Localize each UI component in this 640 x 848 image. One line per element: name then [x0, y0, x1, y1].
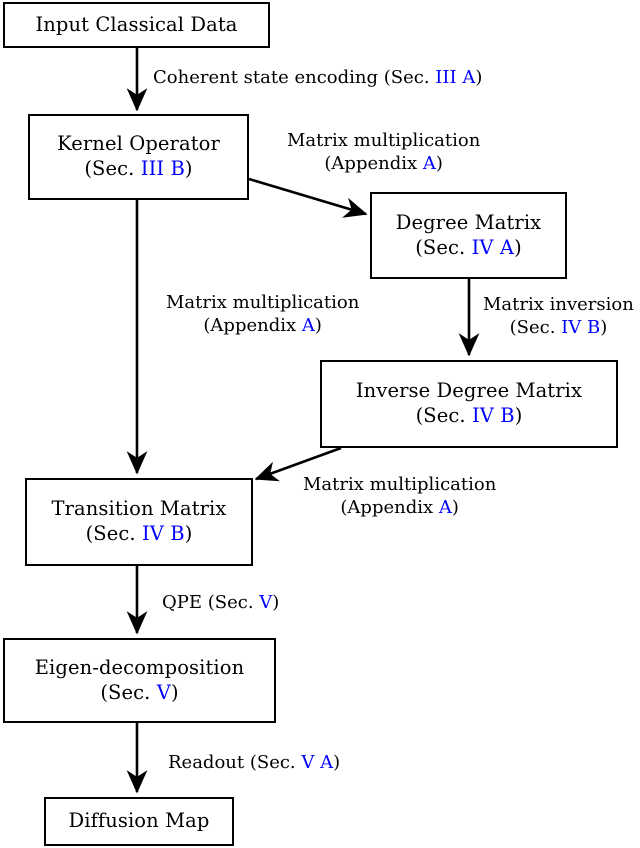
edge-label-coherent-state-encoding: Coherent state encoding (Sec. III A): [153, 67, 483, 88]
edge-label-qpe: QPE (Sec. V): [162, 592, 280, 613]
section-ref: III B: [140, 157, 185, 180]
node-input-classical-data[interactable]: Input Classical Data: [3, 2, 270, 48]
node-degree-label: Degree Matrix: [395, 210, 542, 234]
node-transition-label: Transition Matrix: [51, 497, 227, 521]
node-kernel-operator[interactable]: Kernel Operator (Sec. III B): [28, 114, 249, 200]
section-ref: IV B: [142, 522, 185, 545]
edge-label-matrix-multiplication-middle: Matrix multiplication (Appendix A): [166, 292, 360, 337]
section-ref: V A: [301, 752, 334, 773]
section-ref: IV B: [472, 404, 515, 427]
node-kernel-section: (Sec. III B): [84, 157, 193, 180]
node-invdegree-section: (Sec. IV B): [415, 404, 523, 427]
node-transition-section: (Sec. IV B): [85, 522, 193, 545]
edge-label-matrix-multiplication-top: Matrix multiplication (Appendix A): [287, 130, 481, 175]
node-transition-matrix[interactable]: Transition Matrix (Sec. IV B): [25, 478, 253, 566]
node-diffusion-map[interactable]: Diffusion Map: [44, 797, 234, 846]
node-invdegree-label: Inverse Degree Matrix: [355, 379, 583, 403]
edge-label-readout: Readout (Sec. V A): [168, 752, 341, 773]
edge-label-matrix-multiplication-bottom: Matrix multiplication (Appendix A): [303, 474, 497, 519]
node-diffusionmap-label: Diffusion Map: [68, 809, 210, 833]
section-ref: III A: [435, 67, 476, 88]
node-degree-matrix[interactable]: Degree Matrix (Sec. IV A): [370, 192, 567, 279]
node-input-label: Input Classical Data: [35, 12, 238, 36]
arrow-kernel-to-degree: [248, 177, 368, 218]
node-kernel-label: Kernel Operator: [57, 132, 220, 156]
node-inverse-degree-matrix[interactable]: Inverse Degree Matrix (Sec. IV B): [320, 360, 618, 448]
section-ref: IV B: [561, 317, 601, 339]
section-ref: IV A: [471, 235, 515, 259]
node-degree-section: (Sec. IV A): [415, 235, 522, 259]
section-ref: V: [259, 592, 273, 613]
appendix-ref: A: [438, 497, 452, 519]
node-eigen-label: Eigen-decomposition: [34, 655, 245, 679]
appendix-ref: A: [301, 315, 315, 337]
appendix-ref: A: [422, 153, 436, 175]
node-eigen-section: (Sec. V): [100, 680, 179, 704]
section-ref: V: [156, 680, 171, 704]
flowchart-canvas: Input Classical Data Kernel Operator (Se…: [0, 0, 640, 848]
edge-label-matrix-inversion: Matrix inversion (Sec. IV B): [483, 294, 634, 339]
node-eigen-decomposition[interactable]: Eigen-decomposition (Sec. V): [3, 638, 276, 723]
